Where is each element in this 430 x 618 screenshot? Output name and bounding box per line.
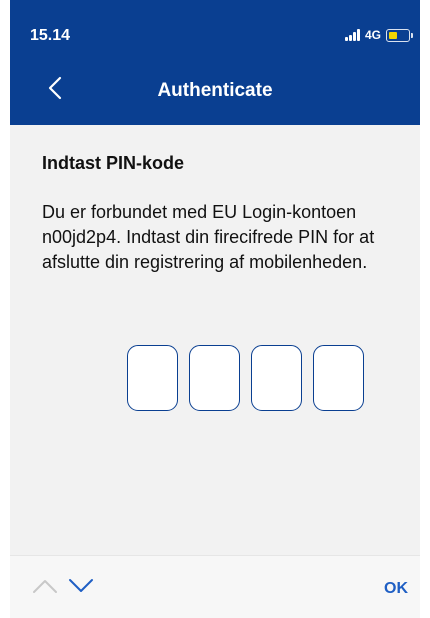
pin-heading: Indtast PIN-kode xyxy=(42,153,185,173)
pin-instructions: Du er forbundet med EU Login-kontoen n00… xyxy=(42,202,375,272)
pin-digit-2[interactable] xyxy=(189,345,240,411)
pin-input-group xyxy=(127,345,364,411)
pin-entry-panel: Indtast PIN-kode Du er forbundet med EU … xyxy=(10,125,420,555)
page-title: Authenticate xyxy=(157,80,273,101)
status-time: 15.14 xyxy=(30,27,71,44)
chevron-down-icon xyxy=(69,579,93,592)
battery-icon xyxy=(386,28,413,42)
app-header: 15.14 4G Authenticate xyxy=(10,0,420,125)
pin-digit-1[interactable] xyxy=(127,345,178,411)
keyboard-toolbar: OK xyxy=(10,555,420,618)
next-field-button[interactable] xyxy=(68,578,94,599)
pin-digit-3[interactable] xyxy=(251,345,302,411)
ok-button[interactable]: OK xyxy=(384,580,408,598)
signal-icon xyxy=(344,29,360,41)
network-type: 4G xyxy=(364,28,381,42)
previous-field-button[interactable] xyxy=(32,578,58,599)
status-indicators: 4G xyxy=(344,28,413,42)
chevron-up-icon xyxy=(33,580,57,593)
pin-digit-4[interactable] xyxy=(313,345,364,411)
